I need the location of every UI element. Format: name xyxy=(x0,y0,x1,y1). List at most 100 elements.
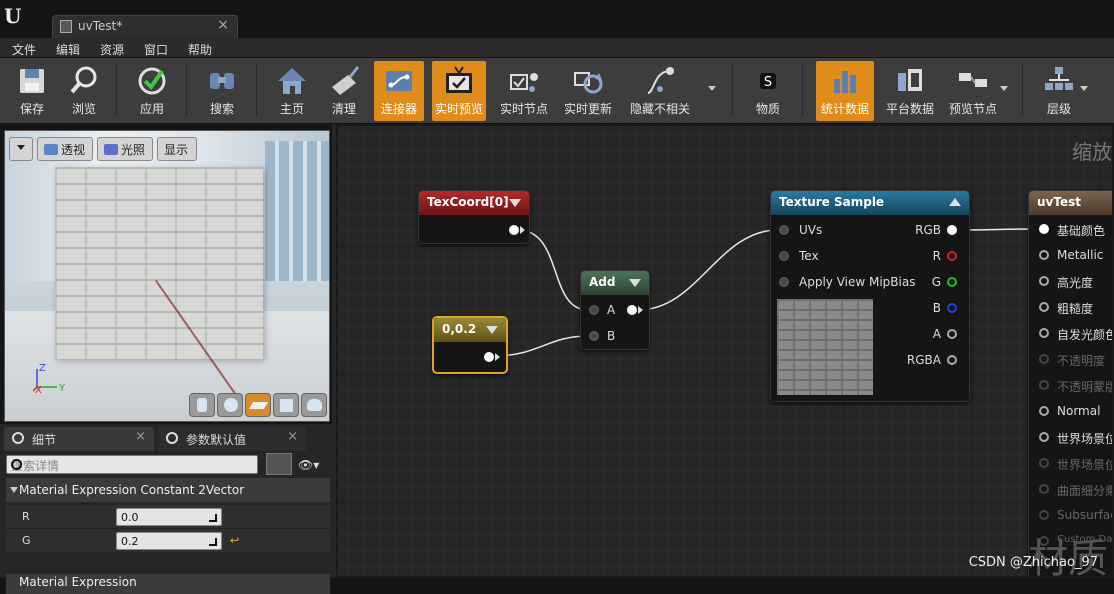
menu-edit[interactable]: 编辑 xyxy=(56,41,80,58)
perspective-icon xyxy=(44,144,58,155)
lit-button[interactable]: 光照 xyxy=(97,137,153,161)
hide-unrelated-button[interactable]: 隐藏不相关 xyxy=(626,61,694,121)
output-pin-g[interactable] xyxy=(947,277,957,287)
node-add[interactable]: Add A B xyxy=(580,270,650,350)
zoom-level-label: 缩放 xyxy=(1072,140,1112,164)
viewport-menu-button[interactable] xyxy=(9,137,33,161)
collapse-node-icon[interactable] xyxy=(629,279,641,287)
connector-button[interactable]: 连接器 xyxy=(374,61,424,121)
node-result-title: uvTest xyxy=(1037,195,1081,209)
input-pin-a[interactable] xyxy=(589,305,599,315)
browse-label: 浏览 xyxy=(71,102,96,116)
document-tab-label: uvTest* xyxy=(78,19,123,33)
output-pin-r[interactable] xyxy=(947,251,957,261)
pin-uvs-label: UVs xyxy=(799,223,823,237)
input-pin-base-color[interactable] xyxy=(1039,224,1049,234)
node-constant-2vector[interactable]: 0,0.2 xyxy=(432,316,508,374)
output-pin[interactable] xyxy=(509,225,519,235)
output-pin-a[interactable] xyxy=(947,329,957,339)
property-value-g[interactable]: 0.2 xyxy=(116,532,222,550)
section-header[interactable]: Material Expression Constant 2Vector xyxy=(6,478,330,502)
input-pin-mipbias[interactable] xyxy=(779,277,789,287)
visibility-eye-icon[interactable]: 👁▾ xyxy=(298,458,326,472)
preview-node-dropdown-icon[interactable] xyxy=(1000,86,1008,91)
lit-label: 光照 xyxy=(121,143,146,157)
hierarchy-button[interactable]: 层级 xyxy=(1034,61,1084,121)
tab-parameter-defaults[interactable]: 参数默认值 × xyxy=(158,427,306,451)
clean-button[interactable]: 清理 xyxy=(320,61,368,121)
hierarchy-dropdown-icon[interactable] xyxy=(1080,86,1088,91)
preview-custom-mesh-button[interactable] xyxy=(301,393,327,417)
apply-button[interactable]: 应用 xyxy=(128,61,176,121)
substance-button[interactable]: S 物质 xyxy=(744,61,792,121)
preview-cylinder-button[interactable] xyxy=(189,393,215,417)
save-button[interactable]: 保存 xyxy=(8,61,56,121)
live-preview-button[interactable]: 实时预览 xyxy=(432,61,486,121)
node-material-result[interactable]: uvTest 基础颜色 Metallic 高光度 粗糙度 自发光颜色 不透明度 … xyxy=(1028,190,1112,576)
view-options-grid-icon[interactable] xyxy=(266,453,292,475)
perspective-button[interactable]: 透视 xyxy=(37,137,93,161)
menu-file[interactable]: 文件 xyxy=(12,41,36,58)
node-texture-sample[interactable]: Texture Sample UVs Tex Apply View MipBia… xyxy=(770,190,970,402)
clean-label: 清理 xyxy=(331,102,356,116)
output-pin-rgba[interactable] xyxy=(947,355,957,365)
input-pin-tex[interactable] xyxy=(779,251,789,261)
input-pin-roughness[interactable] xyxy=(1039,302,1049,312)
home-label: 主页 xyxy=(279,102,304,116)
reset-to-default-icon[interactable]: ↩ xyxy=(230,534,239,547)
save-label: 保存 xyxy=(19,102,44,116)
home-button[interactable]: 主页 xyxy=(268,61,316,121)
output-pin[interactable] xyxy=(627,305,637,315)
close-icon[interactable]: × xyxy=(135,429,146,444)
menu-asset[interactable]: 资源 xyxy=(100,41,124,58)
search-label: 搜索 xyxy=(209,102,234,116)
menu-window[interactable]: 窗口 xyxy=(144,41,168,58)
input-pin-specular[interactable] xyxy=(1039,276,1049,286)
tab-details[interactable]: 细节 × xyxy=(4,427,154,451)
output-pin[interactable] xyxy=(484,352,494,362)
close-tab-icon[interactable]: × xyxy=(217,17,229,33)
collapse-node-icon[interactable] xyxy=(949,198,961,206)
input-pin-normal[interactable] xyxy=(1039,406,1049,416)
document-tab[interactable]: uvTest* × xyxy=(52,15,238,38)
close-icon[interactable]: × xyxy=(287,429,298,444)
browse-button[interactable]: 浏览 xyxy=(60,61,108,121)
preview-node-button[interactable]: 预览节点 xyxy=(946,61,1000,121)
input-pin-uvs[interactable] xyxy=(779,225,789,235)
params-search-icon xyxy=(166,432,178,444)
hide-unrelated-icon xyxy=(647,67,674,94)
output-pin-rgb[interactable] xyxy=(947,225,957,235)
output-pin-b[interactable] xyxy=(947,303,957,313)
input-pin-b[interactable] xyxy=(589,331,599,341)
hide-unrelated-label: 隐藏不相关 xyxy=(629,102,690,116)
preview-viewport[interactable]: 透视 光照 显示 Z X Y xyxy=(4,130,330,422)
preview-cube-button[interactable] xyxy=(273,393,299,417)
input-pin-emissive[interactable] xyxy=(1039,328,1049,338)
preview-sphere-button[interactable] xyxy=(217,393,243,417)
input-pin-metallic[interactable] xyxy=(1039,250,1049,260)
platform-stats-button[interactable]: 平台数据 xyxy=(882,61,938,121)
live-update-button[interactable]: 实时更新 xyxy=(560,61,616,121)
hide-unrelated-dropdown-icon[interactable] xyxy=(708,86,716,91)
collapse-node-icon[interactable] xyxy=(486,326,498,334)
wire-texture-result xyxy=(959,228,1039,231)
live-nodes-button[interactable]: 实时节点 xyxy=(496,61,552,121)
live-update-label: 实时更新 xyxy=(563,102,612,116)
details-search-input[interactable]: 搜索详情 xyxy=(6,455,258,474)
stats-icon xyxy=(834,71,856,93)
collapse-node-icon[interactable] xyxy=(509,199,521,207)
pin-mipbias-label: Apply View MipBias xyxy=(799,275,916,289)
platform-stats-icon xyxy=(898,69,922,91)
lit-icon xyxy=(104,144,118,155)
material-graph[interactable]: 缩放 TexCoord[0] 0,0.2 Add A B Texture Sam… xyxy=(336,124,1114,578)
section-header-material-expression[interactable]: Material Expression xyxy=(6,574,330,594)
input-pin-world-position-offset[interactable] xyxy=(1039,432,1049,442)
stats-button[interactable]: 统计数据 xyxy=(816,61,874,121)
menu-help[interactable]: 帮助 xyxy=(188,41,212,58)
node-texcoord[interactable]: TexCoord[0] xyxy=(418,190,530,244)
property-value-r[interactable]: 0.0 xyxy=(116,508,222,526)
search-button[interactable]: 搜索 xyxy=(198,61,246,121)
show-button[interactable]: 显示 xyxy=(157,137,197,161)
preview-plane-button[interactable] xyxy=(245,393,271,417)
property-row-r: R 0.0 xyxy=(6,505,330,529)
